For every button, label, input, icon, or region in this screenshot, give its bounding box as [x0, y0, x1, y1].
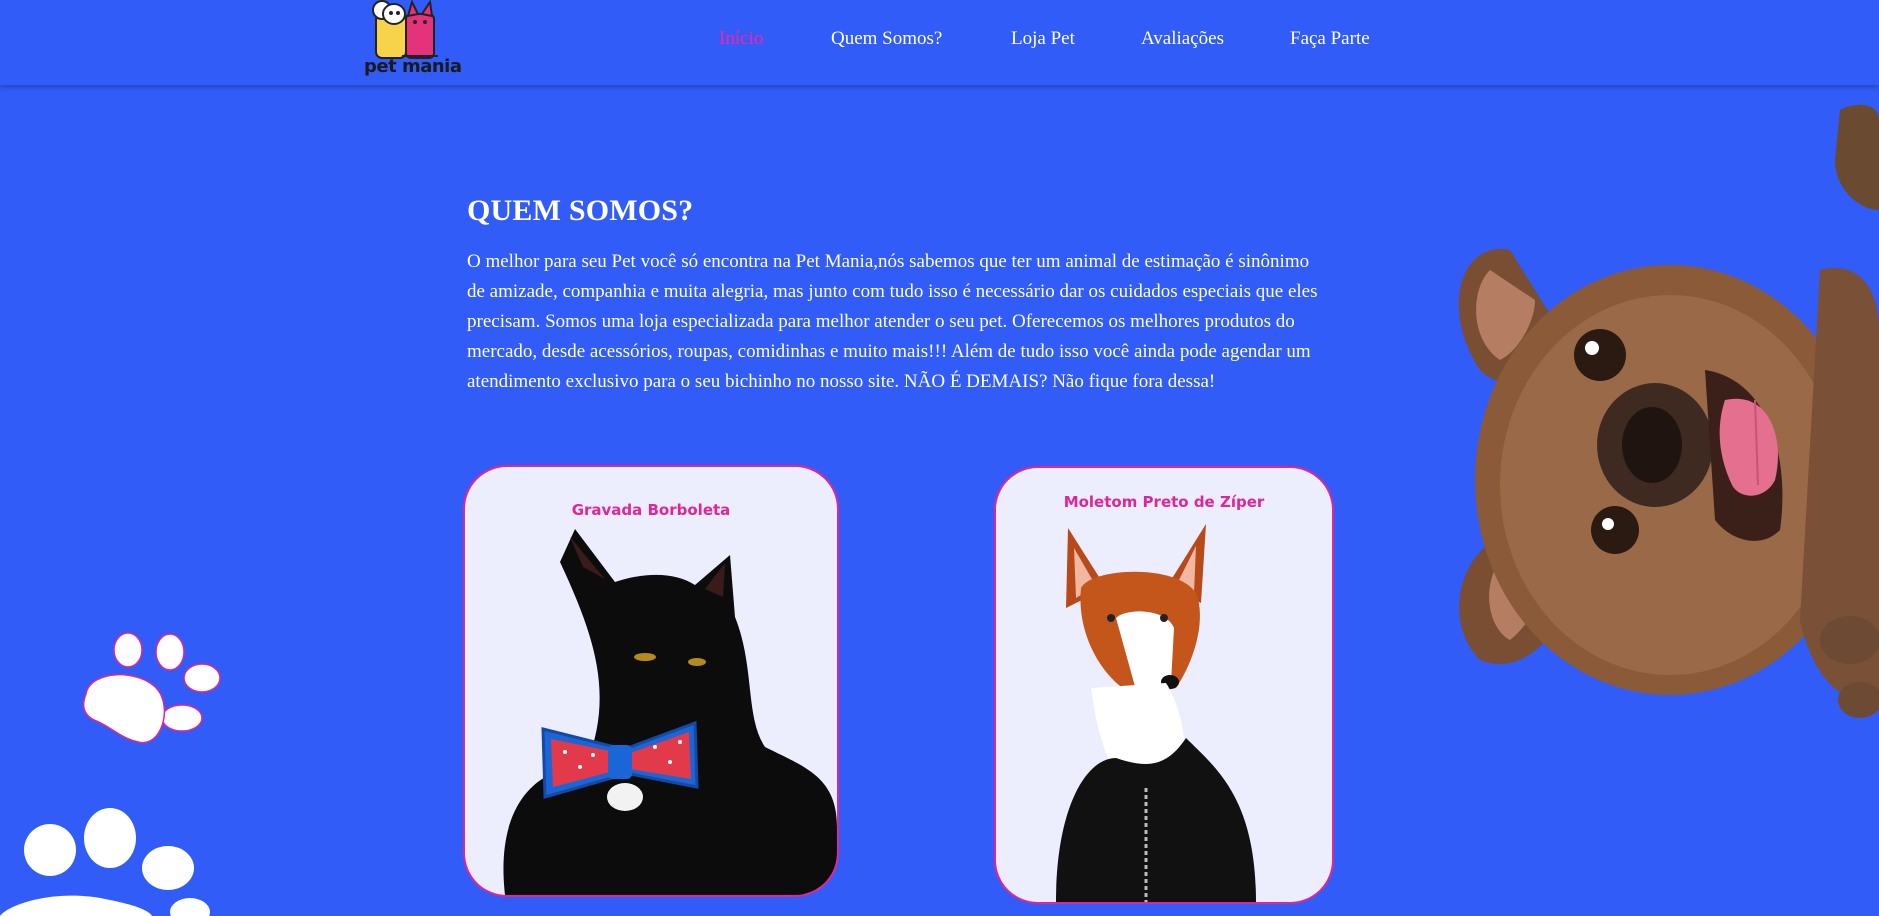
product-card[interactable]: Gravada Borboleta — [463, 465, 839, 897]
product-card[interactable]: Moletom Preto de Zíper — [994, 466, 1334, 904]
site-header: pet mania Início Quem Somos? Loja Pet Av… — [0, 0, 1879, 85]
black-cat-image — [503, 529, 837, 895]
paw-print-icon — [0, 808, 210, 916]
about-text: O melhor para seu Pet você só encontra n… — [467, 251, 1318, 392]
about-title: QUEM SOMOS? — [467, 194, 694, 227]
paw-print-icon — [82, 632, 221, 744]
nav-faca-parte[interactable]: Faça Parte — [1290, 28, 1370, 50]
dog-hoodie-image — [1056, 524, 1256, 902]
nav-avaliacoes[interactable]: Avaliações — [1141, 28, 1224, 50]
main-nav: Início Quem Somos? Loja Pet Avaliações F… — [0, 28, 1879, 56]
nav-quem-somos[interactable]: Quem Somos? — [831, 28, 942, 50]
logo-text: pet mania — [364, 56, 462, 77]
french-bulldog-image — [1458, 104, 1879, 718]
nav-inicio[interactable]: Início — [719, 28, 763, 50]
nav-loja-pet[interactable]: Loja Pet — [1011, 28, 1075, 50]
